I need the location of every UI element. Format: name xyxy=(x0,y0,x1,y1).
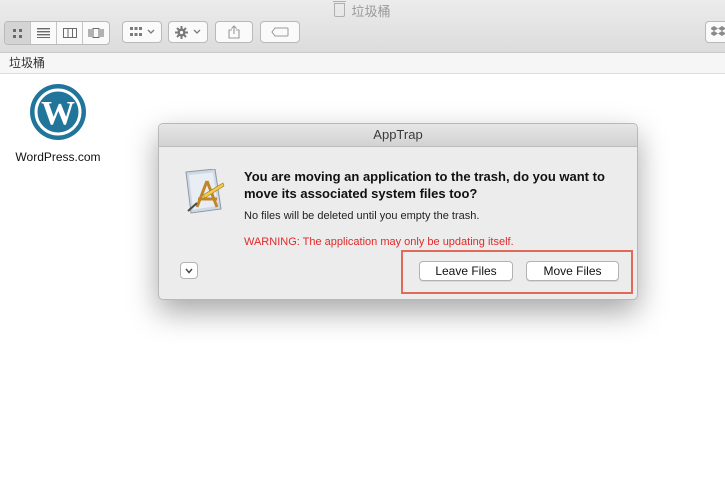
toolbar: 垃圾桶 xyxy=(0,0,725,53)
cover-flow-button[interactable] xyxy=(83,22,109,44)
arrange-icon xyxy=(129,27,142,36)
column-view-button[interactable] xyxy=(57,22,83,44)
details-disclosure-button[interactable] xyxy=(180,262,198,279)
share-icon xyxy=(228,25,240,39)
cover-flow-icon xyxy=(88,28,104,38)
gear-icon xyxy=(175,25,188,39)
icon-view-icon xyxy=(13,28,22,38)
path-bar-label[interactable]: 垃圾桶 xyxy=(9,56,45,70)
finder-window: 垃圾桶 垃圾桶 W WordPress.com AppTrap You are … xyxy=(0,0,725,480)
chevron-down-icon xyxy=(147,29,154,34)
share-button[interactable] xyxy=(215,21,253,43)
icon-view-button[interactable] xyxy=(5,22,31,44)
dialog-warning: WARNING: The application may only be upd… xyxy=(244,236,514,248)
dialog-heading: You are moving an application to the tra… xyxy=(244,169,605,201)
chevron-down-icon xyxy=(185,268,193,274)
path-bar: 垃圾桶 xyxy=(0,53,725,74)
view-mode-segmented-control xyxy=(4,21,110,45)
column-view-icon xyxy=(62,28,77,38)
chevron-down-icon xyxy=(193,29,201,34)
window-title-text: 垃圾桶 xyxy=(351,4,391,19)
list-view-button[interactable] xyxy=(31,22,57,44)
tag-button[interactable] xyxy=(260,21,300,43)
trash-icon xyxy=(333,1,347,17)
wordpress-icon: W xyxy=(30,84,86,140)
dropbox-button[interactable] xyxy=(705,21,725,43)
dialog-title: AppTrap xyxy=(159,124,637,147)
file-item[interactable]: W WordPress.com xyxy=(8,84,108,164)
arrange-button[interactable] xyxy=(122,21,162,43)
action-button[interactable] xyxy=(168,21,208,43)
list-view-icon xyxy=(37,28,50,38)
svg-text:W: W xyxy=(41,95,75,132)
dialog-message: No files will be deleted until you empty… xyxy=(244,210,480,222)
apptrap-dialog: AppTrap You are moving an application to… xyxy=(158,123,638,300)
dropbox-icon xyxy=(711,26,725,36)
leave-files-button[interactable]: Leave Files xyxy=(419,261,513,281)
tag-icon xyxy=(271,27,289,37)
move-files-button[interactable]: Move Files xyxy=(526,261,619,281)
application-icon xyxy=(183,168,225,215)
window-title: 垃圾桶 xyxy=(0,1,725,20)
file-name: WordPress.com xyxy=(15,150,101,164)
